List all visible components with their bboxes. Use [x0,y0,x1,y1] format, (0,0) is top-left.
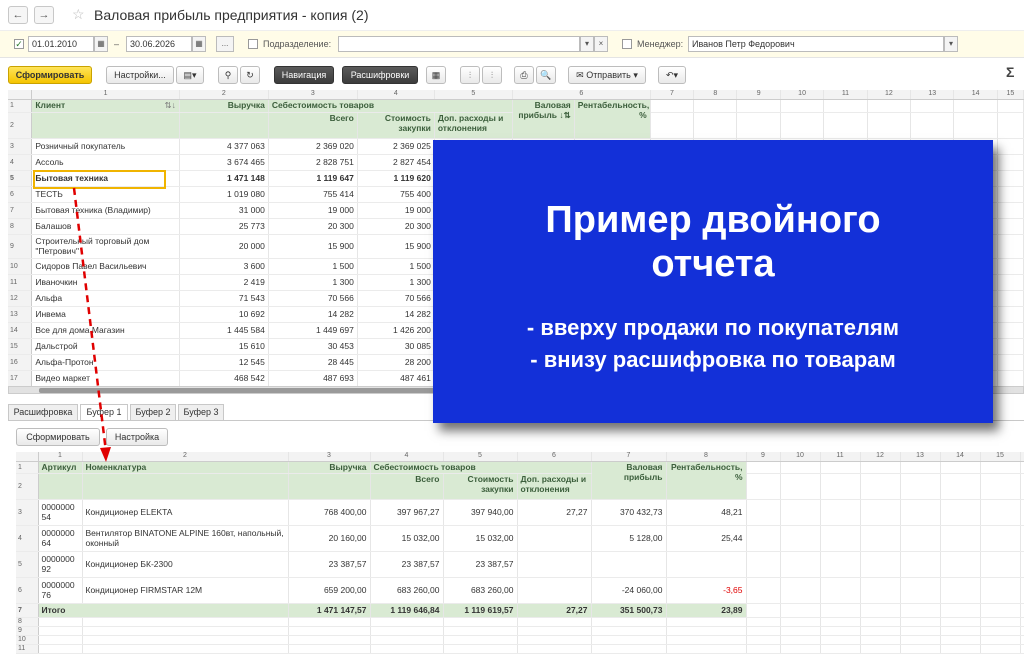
banner-text: - вверху продажи по покупателям - внизу р… [526,315,900,372]
banner-title: Пример двойного отчета [545,199,881,285]
annotation-banner: Пример двойного отчета - вверху продажи п… [433,140,993,423]
